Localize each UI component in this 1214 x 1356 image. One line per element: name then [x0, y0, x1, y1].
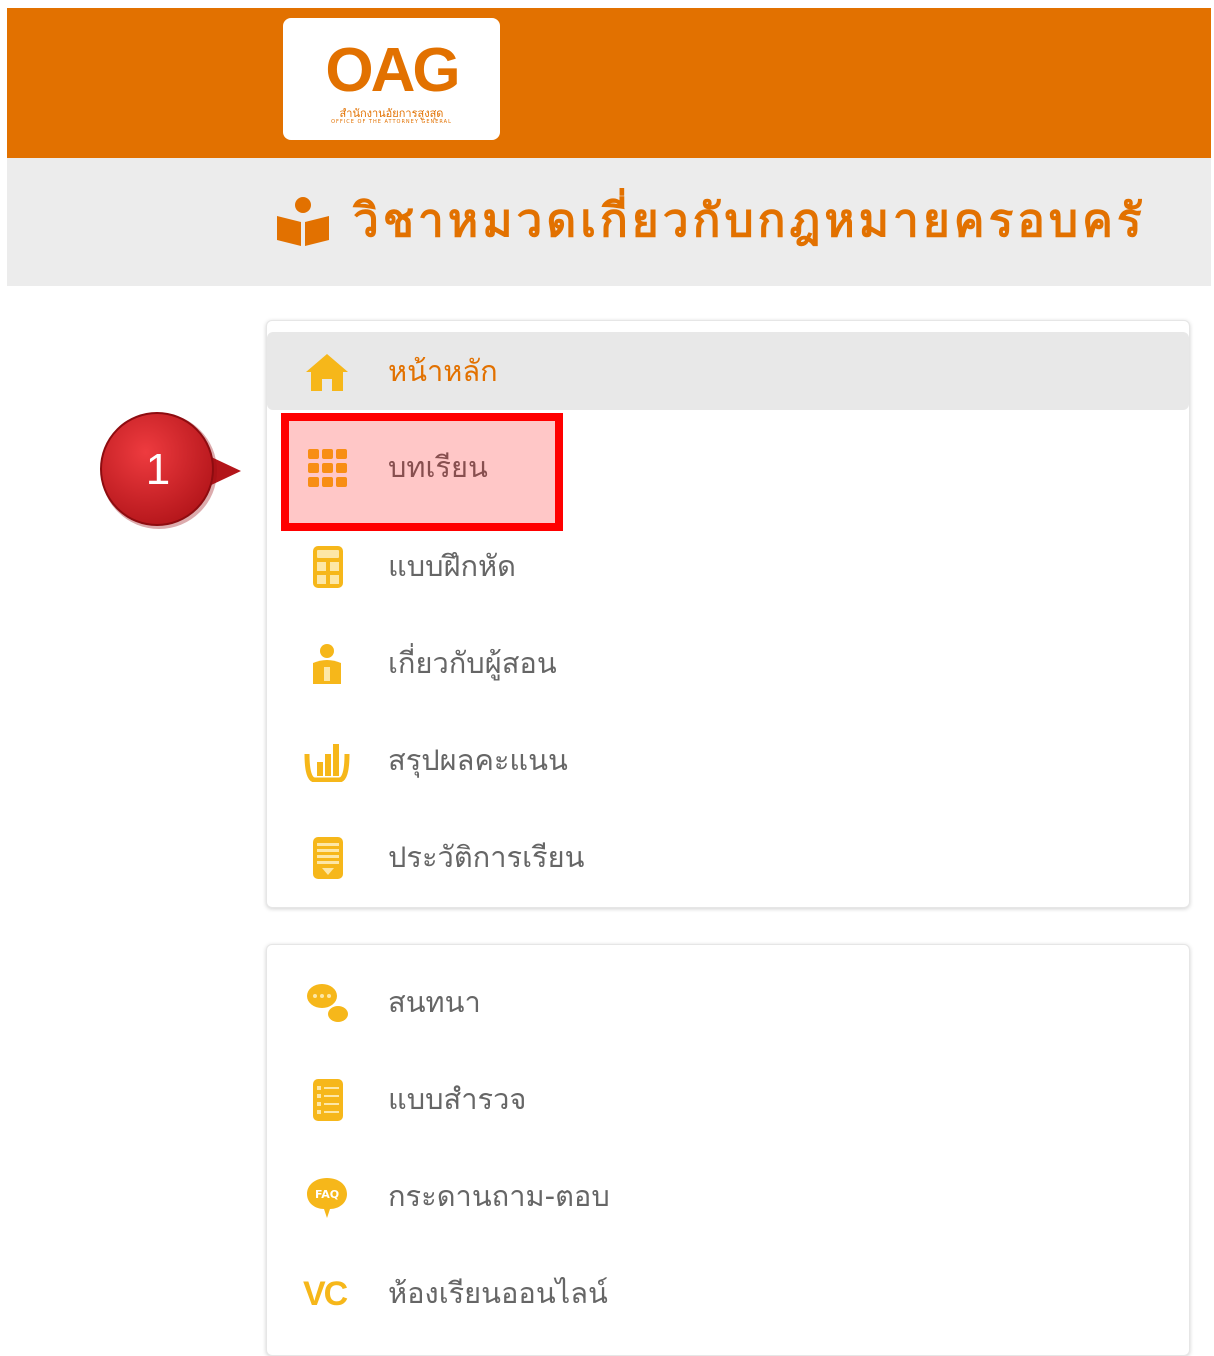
- highlight-box: [281, 413, 563, 531]
- menu-item-online-classroom[interactable]: VC ห้องเรียนออนไลน์: [267, 1254, 1189, 1332]
- course-title: วิชาหมวดเกี่ยวกับกฎหมายครอบครั: [353, 193, 1146, 247]
- menu-item-instructor[interactable]: เกี่ยวกับผู้สอน: [267, 624, 1189, 702]
- menu-item-survey[interactable]: แบบสำรวจ: [267, 1060, 1189, 1138]
- faq-icon: FAQ: [307, 1178, 347, 1218]
- course-title-bar: วิชาหมวดเกี่ยวกับกฎหมายครอบครั: [7, 158, 1211, 286]
- main-menu: หน้าหลัก บทเรียน แบบฝึกหัด เกี่ยวกับผู้ส…: [266, 320, 1190, 908]
- instructor-icon: [313, 644, 341, 684]
- menu-item-chat[interactable]: สนทนา: [267, 963, 1189, 1041]
- menu-label-instructor: เกี่ยวกับผู้สอน: [388, 646, 557, 680]
- menu-label-chat: สนทนา: [388, 985, 481, 1019]
- menu-item-exercises[interactable]: แบบฝึกหัด: [267, 527, 1189, 605]
- svg-text:FAQ: FAQ: [315, 1188, 339, 1201]
- history-icon: [313, 837, 343, 879]
- menu-label-faq: กระดานถาม-ตอบ: [388, 1179, 610, 1213]
- oag-logo[interactable]: OAG สำนักงานอัยการสูงสุด OFFICE OF THE A…: [283, 18, 500, 140]
- menu-item-home[interactable]: หน้าหลัก: [267, 332, 1189, 410]
- step-number: 1: [145, 445, 171, 494]
- vc-icon: VC: [303, 1275, 348, 1313]
- menu-label-exercises: แบบฝึกหัด: [388, 549, 517, 583]
- secondary-menu: สนทนา แบบสำรวจ FAQ กระดานถาม-ตอบ VC ห้อง…: [266, 944, 1190, 1356]
- menu-item-score-summary[interactable]: สรุปผลคะแนน: [267, 721, 1189, 799]
- calculator-icon: [313, 546, 343, 588]
- bar-chart-icon: [304, 744, 350, 782]
- chat-icon: [307, 984, 348, 1022]
- reading-person-icon: [277, 197, 329, 246]
- top-header: [7, 8, 1211, 158]
- logo-subtitle-english: OFFICE OF THE ATTORNEY GENERAL: [331, 119, 452, 125]
- menu-label-score-summary: สรุปผลคะแนน: [388, 743, 568, 777]
- menu-label-history: ประวัติการเรียน: [388, 840, 585, 874]
- menu-label-online-classroom: ห้องเรียนออนไลน์: [388, 1276, 608, 1310]
- survey-icon: [313, 1079, 343, 1121]
- home-icon: [306, 354, 348, 391]
- menu-item-faq[interactable]: FAQ กระดานถาม-ตอบ: [267, 1157, 1189, 1235]
- logo-text: OAG: [325, 36, 460, 105]
- menu-label-survey: แบบสำรวจ: [388, 1082, 527, 1116]
- menu-item-history[interactable]: ประวัติการเรียน: [267, 818, 1189, 896]
- menu-label-home: หน้าหลัก: [388, 354, 498, 388]
